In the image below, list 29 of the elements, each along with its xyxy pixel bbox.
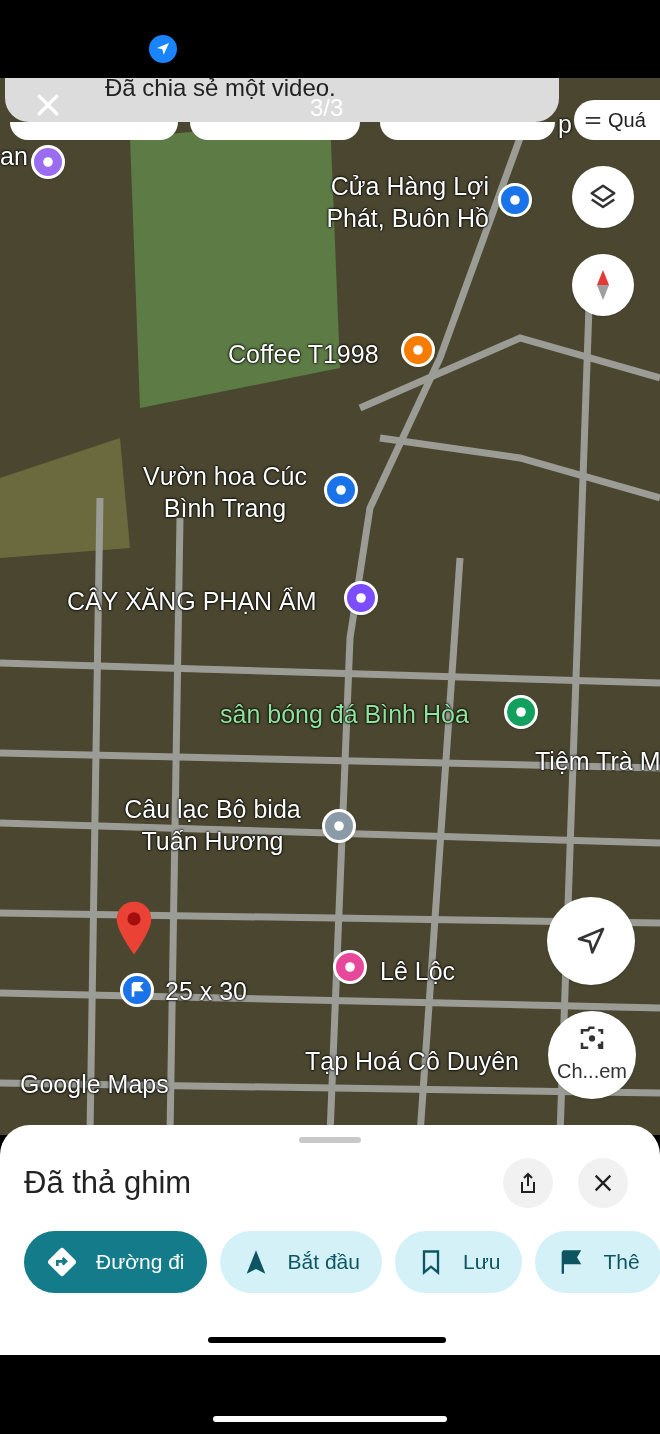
map-place-label: Lê Lộc bbox=[380, 956, 456, 987]
map-place-label: Coffee T1998 bbox=[228, 339, 379, 370]
map-place-label: Câu lạc Bộ bida Tuấn Hương bbox=[123, 794, 302, 857]
action-chip[interactable]: Lưu bbox=[394, 1231, 523, 1293]
dropped-pin-icon[interactable] bbox=[114, 900, 154, 956]
compass-icon bbox=[597, 270, 609, 300]
map-place-label: Cửa Hàng Lợi Phát, Buôn Hồ bbox=[325, 171, 489, 234]
map-place-label: Vườn hoa Cúc Bình Trang bbox=[142, 461, 308, 524]
category-chip[interactable]: Quá bbox=[574, 100, 660, 140]
action-chip[interactable]: Đường đi bbox=[24, 1231, 207, 1293]
map-place-label: CÂY XĂNG PHẠN ẨM bbox=[67, 586, 317, 617]
navigation-arrow-icon bbox=[575, 925, 607, 957]
action-chip[interactable]: Thê bbox=[535, 1231, 660, 1293]
list-icon bbox=[584, 114, 602, 126]
close-icon bbox=[592, 1172, 614, 1194]
drag-handle[interactable] bbox=[299, 1137, 361, 1143]
action-chip[interactable]: Bắt đầu bbox=[219, 1231, 382, 1293]
notification-text: Đã chia sẻ một video. bbox=[105, 78, 336, 101]
category-chip[interactable] bbox=[380, 122, 555, 140]
share-button[interactable] bbox=[503, 1158, 553, 1208]
close-button[interactable] bbox=[578, 1158, 628, 1208]
sheet-title: Đã thả ghim bbox=[24, 1163, 193, 1202]
category-chip[interactable] bbox=[10, 122, 178, 140]
satellite-map-drawing[interactable] bbox=[0, 78, 660, 1135]
map-place-label: Tạp Hoá Cô Duyên bbox=[305, 1046, 519, 1077]
category-chip[interactable] bbox=[190, 122, 360, 140]
map-place-label: p bbox=[558, 109, 572, 140]
close-icon bbox=[35, 92, 61, 118]
map-place-label: an bbox=[0, 141, 28, 172]
